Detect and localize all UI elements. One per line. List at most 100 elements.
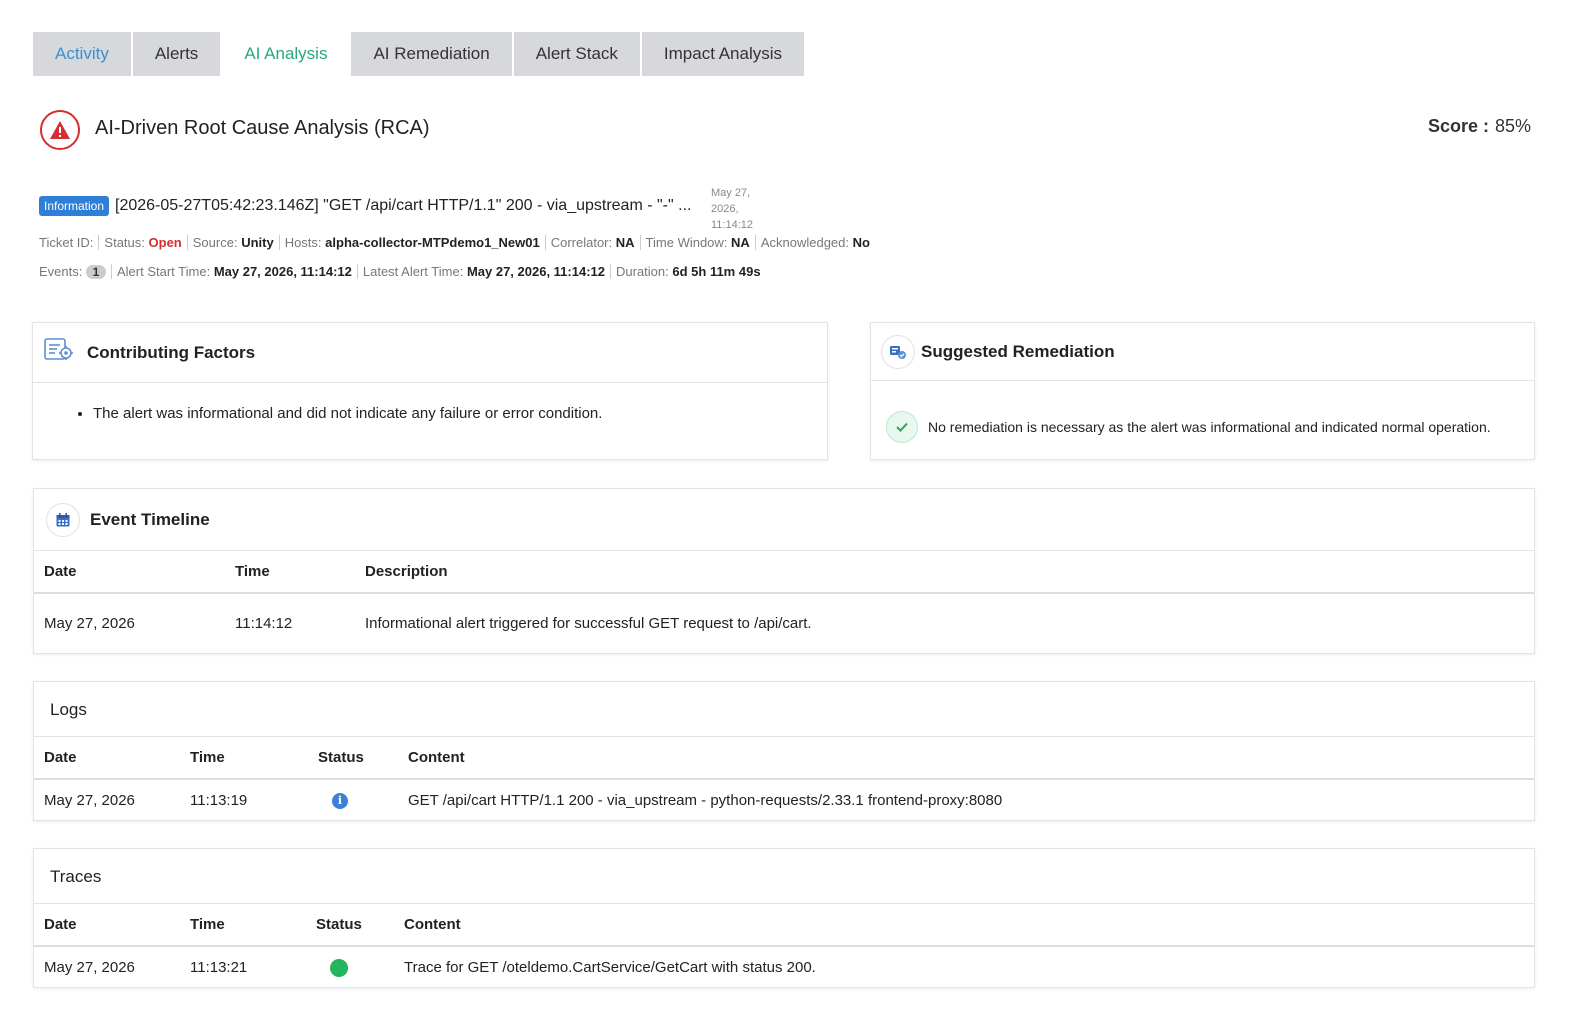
hosts-label: Hosts: [284,235,322,250]
cell-date: May 27, 2026 [44,615,135,632]
events-label: Events: [39,264,83,279]
table-header-row: Date Time Status Content [34,904,1534,947]
contributing-factors-header: Contributing Factors [33,323,827,383]
time-window-label: Time Window: [645,235,728,250]
correlator: Correlator: NA [544,235,640,250]
column-header: Date [34,737,180,780]
column-header: Date [34,551,225,594]
latest-time-value: May 27, 2026, 11:14:12 [466,264,605,279]
column-header: Time [225,551,355,594]
cell-date: May 27, 2026 [44,792,135,809]
column-header: Content [398,737,1534,780]
alert-title[interactable]: [2026-05-27T05:42:23.146Z] "GET /api/car… [115,197,691,215]
info-icon: i [332,793,348,810]
contributing-factors-card: Contributing Factors The alert was infor… [32,322,828,460]
correlator-label: Correlator: [550,235,613,250]
tab-alerts[interactable]: Alerts [132,32,221,76]
acknowledged-label: Acknowledged: [760,235,849,250]
acknowledged-value: No [852,235,870,250]
alert-start-time: Alert Start Time: May 27, 2026, 11:14:12 [110,264,357,279]
calendar-icon [46,502,80,537]
event-timeline-card: Event Timeline Date Time Description May… [33,488,1535,654]
column-header: Content [394,904,1534,947]
duration-label: Duration: [616,264,669,279]
cell-description: Informational alert triggered for succes… [365,615,812,632]
events-count-badge: 1 [85,265,106,279]
ticket-id: Ticket ID: [39,235,98,250]
alert-time-row: Events: 1 Alert Start Time: May 27, 2026,… [39,264,766,279]
start-time-label: Alert Start Time: [116,264,211,279]
time-window: Time Window: NA [639,235,755,250]
acknowledged: Acknowledged: No [754,235,875,250]
source-value: Unity [241,235,274,250]
latest-alert-time: Latest Alert Time: May 27, 2026, 11:14:1… [356,264,610,279]
logs-table: Date Time Status Content May 27, 2026 11… [34,737,1534,821]
event-timeline-header: Event Timeline [34,489,1534,551]
analysis-gear-icon [43,336,75,369]
column-header: Time [180,904,306,947]
tab-bar: Activity Alerts AI Analysis AI Remediati… [33,32,806,76]
column-header: Time [180,737,308,780]
latest-time-label: Latest Alert Time: [362,264,464,279]
column-header: Status [308,737,398,780]
tab-ai-remediation[interactable]: AI Remediation [351,32,512,76]
alert-date-line: May 27, [711,187,751,199]
contributing-factors-title: Contributing Factors [87,342,256,362]
tab-activity[interactable]: Activity [33,32,131,76]
logs-title: Logs [34,682,1534,737]
time-window-value: NA [731,235,750,250]
suggested-remediation-title: Suggested Remediation [921,341,1115,361]
cell-content: GET /api/cart HTTP/1.1 200 - via_upstrea… [408,792,1003,809]
status-value: Open [148,235,182,250]
duration: Duration: 6d 5h 11m 49s [610,264,766,279]
tab-impact-analysis[interactable]: Impact Analysis [641,32,805,76]
cell-time: 11:13:19 [190,792,248,809]
suggested-remediation-card: Suggested Remediation No remediation is … [870,322,1535,460]
traces-table: Date Time Status Content May 27, 2026 11… [34,904,1534,988]
tab-alert-stack[interactable]: Alert Stack [513,32,640,76]
suggested-remediation-header: Suggested Remediation [871,323,1534,381]
suggested-remediation-body: No remediation is necessary as the alert… [871,381,1534,443]
event-timeline-title: Event Timeline [90,509,210,529]
tab-ai-analysis[interactable]: AI Analysis [222,32,350,76]
cell-status: i [308,779,398,821]
column-header: Description [355,551,1534,594]
traces-title: Traces [34,849,1534,904]
remediation-icon [881,334,915,369]
score-label: Score : [1427,116,1489,136]
page-title: AI-Driven Root Cause Analysis (RCA) [95,117,430,139]
cell-status [306,946,394,988]
logs-card: Logs Date Time Status Content May 27, 20… [33,681,1535,821]
remediation-text: No remediation is necessary as the alert… [928,419,1491,435]
score-value: 85% [1494,116,1531,136]
status: Status: Open [98,235,186,250]
table-row: May 27, 2026 11:14:12 Informational aler… [34,593,1534,653]
ticket-id-label: Ticket ID: [39,235,94,250]
alert-meta-row: Ticket ID: Status: Open Source: Unity Hosts… [39,235,875,250]
contributing-factors-list: The alert was informational and did not … [93,405,827,422]
list-item: The alert was informational and did not … [93,405,827,422]
table-row: May 27, 2026 11:13:19 i GET /api/cart HT… [34,779,1534,821]
status-label: Status: [104,235,145,250]
status-ok-icon [330,958,348,977]
cell-date: May 27, 2026 [44,959,135,976]
alert-date-line: 11:14:12 [711,219,754,231]
hosts: Hosts: alpha-collector-MTPdemo1_New01 [278,235,545,250]
table-header-row: Date Time Status Content [34,737,1534,780]
traces-card: Traces Date Time Status Content May 27, … [33,848,1535,988]
column-header: Status [306,904,394,947]
table-header-row: Date Time Description [34,551,1534,594]
events: Events: 1 [39,264,111,279]
hosts-value: alpha-collector-MTPdemo1_New01 [325,235,540,250]
correlator-value: NA [615,235,635,250]
severity-badge: Information [39,196,110,216]
cell-time: 11:14:12 [235,615,293,632]
event-timeline-table: Date Time Description May 27, 2026 11:14… [34,551,1534,653]
warning-icon [40,110,80,150]
table-row: May 27, 2026 11:13:21 Trace for GET /ote… [34,946,1534,988]
score: Score :85% [1428,116,1531,137]
alert-date-line: 2026, [711,203,739,215]
check-circle-icon [886,411,918,443]
cell-content: Trace for GET /oteldemo.CartService/GetC… [404,959,816,976]
column-header: Date [34,904,180,947]
